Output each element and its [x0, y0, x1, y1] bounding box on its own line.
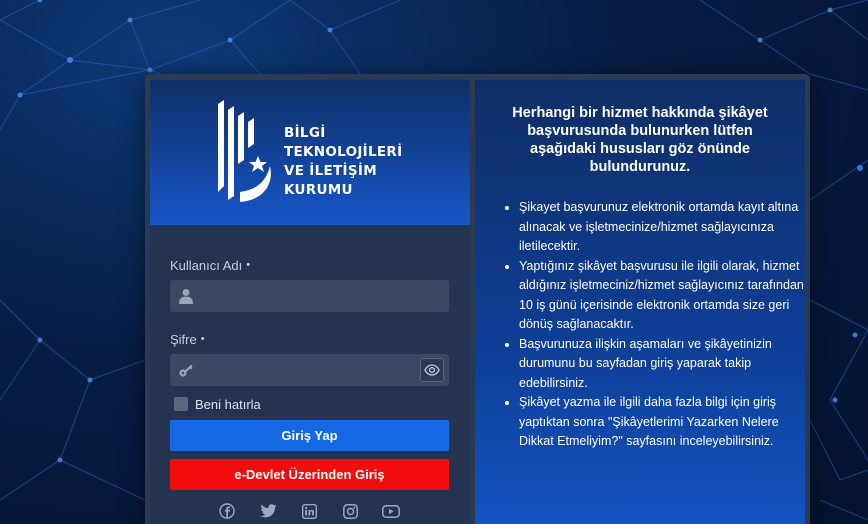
- username-label-text: Kullanıcı Adı: [170, 257, 243, 273]
- required-marker: •: [200, 333, 205, 345]
- info-panel: Herhangi bir hizmet hakkında şikâyet baş…: [475, 80, 805, 524]
- info-list: Şikayet başvurunuz elektronik ortamda ka…: [499, 198, 810, 452]
- eye-icon: [424, 364, 440, 376]
- info-title: Herhangi bir hizmet hakkında şikâyet baş…: [512, 105, 768, 175]
- social-links: [218, 502, 400, 520]
- btk-logo-icon: [218, 100, 271, 202]
- logo-line: TEKNOLOJİLERİ: [284, 144, 403, 160]
- password-label: Şifre •: [170, 330, 450, 348]
- remember-label: Beni hatırla: [195, 396, 261, 412]
- youtube-icon: [382, 504, 400, 518]
- remember-me[interactable]: Beni hatırla: [170, 394, 450, 414]
- twitter-icon: [259, 504, 276, 518]
- password-label-text: Şifre: [170, 331, 197, 347]
- youtube-link[interactable]: [382, 502, 400, 520]
- logo-line: BİLGİ: [284, 125, 326, 141]
- show-password-button[interactable]: [420, 358, 444, 382]
- twitter-link[interactable]: [259, 502, 277, 520]
- info-item: Şikayet başvurunuz elektronik ortamda ka…: [519, 198, 810, 257]
- facebook-link[interactable]: [218, 502, 236, 520]
- linkedin-link[interactable]: [300, 502, 318, 520]
- password-input[interactable]: [204, 355, 408, 385]
- login-button[interactable]: Giriş Yap: [170, 420, 449, 451]
- login-panel: BİLGİ TEKNOLOJİLERİ VE İLETİŞİM KURUMU K…: [150, 80, 470, 524]
- required-marker: •: [246, 259, 251, 271]
- info-item: Yaptığınız şikâyet başvurusu ile ilgili …: [519, 257, 810, 335]
- instagram-icon: [342, 503, 358, 519]
- key-icon: [179, 364, 193, 377]
- username-input[interactable]: [204, 281, 408, 311]
- facebook-icon: [219, 503, 235, 519]
- logo-line: KURUMU: [284, 182, 353, 198]
- login-card: BİLGİ TEKNOLOJİLERİ VE İLETİŞİM KURUMU K…: [145, 74, 810, 524]
- linkedin-icon: [301, 503, 317, 519]
- instagram-link[interactable]: [341, 502, 359, 520]
- password-field[interactable]: [170, 354, 449, 386]
- info-item: Başvurunuza ilişkin aşamaları ve şikâyet…: [519, 335, 810, 394]
- logo-text: BİLGİ TEKNOLOJİLERİ VE İLETİŞİM KURUMU: [284, 124, 402, 200]
- info-item: Şikâyet yazma ile ilgili daha fazla bilg…: [519, 393, 810, 452]
- logo-banner: BİLGİ TEKNOLOJİLERİ VE İLETİŞİM KURUMU: [150, 80, 470, 225]
- logo-line: VE İLETİŞİM: [284, 163, 377, 179]
- remember-checkbox[interactable]: [174, 397, 188, 411]
- username-label: Kullanıcı Adı •: [170, 256, 450, 274]
- username-field[interactable]: [170, 280, 449, 312]
- user-icon: [179, 289, 193, 304]
- edevlet-login-button[interactable]: e-Devlet Üzerinden Giriş: [170, 459, 449, 490]
- login-form: Kullanıcı Adı • Şifre • Beni hatırla Gir…: [170, 256, 450, 490]
